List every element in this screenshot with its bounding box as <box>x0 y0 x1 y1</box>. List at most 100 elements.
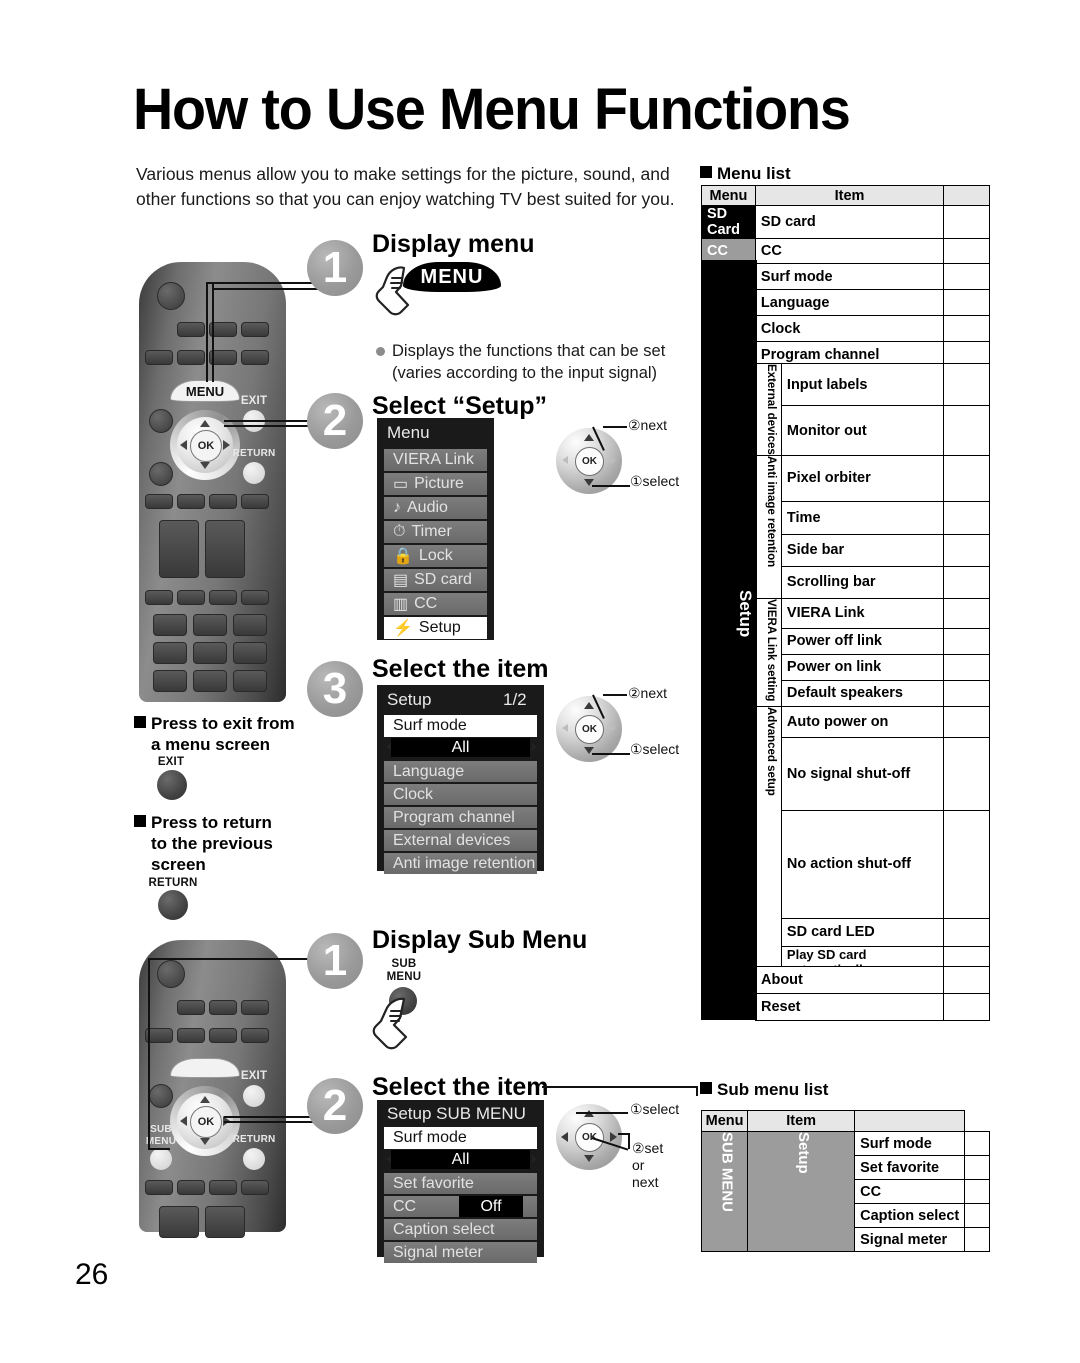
sub-menu-button-label-remote: SUB MENU <box>141 1124 181 1148</box>
tip-return-line1: Press to return <box>151 813 272 832</box>
power-button-top <box>157 282 185 310</box>
menu-item-input-labels: Input labels <box>780 362 945 407</box>
osd-item-timer[interactable]: ⏱ Timer <box>384 521 487 543</box>
osd-item-lock[interactable]: 🔒 Lock <box>384 545 487 567</box>
sub-menu-list-table: Menu Item SUB MENU Setup Surf mode Set f… <box>700 1110 991 1252</box>
sub-menu-button-remote[interactable] <box>150 1148 172 1170</box>
value-right-arrow <box>532 1155 537 1163</box>
sub-menu-item-signal-meter: Signal meter <box>854 1227 965 1252</box>
menu-item-power-on-link: Power on link <box>780 653 945 681</box>
step-number-select-item-sub: 2 <box>307 1078 363 1134</box>
table-row: Reset <box>754 993 990 1021</box>
osd-item-label: SD card <box>414 571 472 588</box>
osd-item-setup[interactable]: ⚡ Setup <box>384 617 487 639</box>
osd-setup-item-anti-image-retention[interactable]: Anti image retention <box>384 853 537 874</box>
osd-item-picture[interactable]: ▭ Picture <box>384 473 487 495</box>
osd-item-cc[interactable]: ▥ CC <box>384 593 487 615</box>
ok-button-top[interactable]: OK <box>190 430 222 462</box>
table-row: Power off link <box>756 627 990 655</box>
nav-wheel-ok-select-item[interactable]: OK <box>575 715 604 744</box>
remote-key <box>241 1028 269 1043</box>
osd-sub-item-caption-select[interactable]: Caption select <box>384 1219 537 1240</box>
remote-key <box>177 1028 205 1043</box>
wheel-left-arrow <box>561 1132 568 1142</box>
remote-key <box>209 1028 237 1043</box>
return-key-button[interactable] <box>158 890 188 920</box>
osd-sub-value-cc[interactable]: Off <box>459 1196 523 1217</box>
numpad-key <box>153 642 187 664</box>
osd-setup-item-external-devices[interactable]: External devices <box>384 830 537 851</box>
ok-button-bottom[interactable]: OK <box>190 1106 222 1138</box>
menu-blank-cell <box>943 597 990 629</box>
sub-menu-item-surf-mode: Surf mode <box>854 1131 965 1156</box>
leader-line-sub-menu-list <box>696 1086 698 1096</box>
numpad-key <box>193 670 227 692</box>
display-menu-note: Displays the functions that can be set (… <box>392 342 666 382</box>
table-row: No action shut-off <box>756 809 990 919</box>
osd-setup-item-language[interactable]: Language <box>384 761 537 782</box>
menu-blank-cell <box>943 705 990 738</box>
menu-button-bottom[interactable] <box>170 1058 240 1078</box>
remote-key <box>241 590 269 605</box>
sub-menu-key-label-line2: MENU <box>386 971 422 983</box>
osd-item-audio[interactable]: ♪ Audio <box>384 497 487 519</box>
numpad-key <box>153 670 187 692</box>
osd-item-viera-link[interactable]: VIERA Link <box>384 449 487 471</box>
table-row: Side bar <box>756 533 990 567</box>
osd-sub-item-signal-meter[interactable]: Signal meter <box>384 1242 537 1263</box>
menu-item-about: About <box>754 966 945 994</box>
callout-next-select-setup: ②next <box>628 417 668 433</box>
osd-sub-value-surf-mode[interactable]: All <box>391 1150 530 1169</box>
osd-item-label: Signal meter <box>393 1243 483 1261</box>
osd-setup-value-surf-mode[interactable]: All <box>391 738 530 757</box>
osd-sub-menu-panel: Setup SUB MENU Surf mode All Set favorit… <box>377 1100 544 1263</box>
menu-blank-cell <box>943 533 990 567</box>
menu-blank-cell <box>943 263 990 290</box>
step-number-display-sub-menu: 1 <box>307 933 363 989</box>
osd-item-label: Program channel <box>393 808 515 826</box>
osd-setup-item-surf-mode[interactable]: Surf mode <box>384 715 537 737</box>
tip-return-heading: Press to return to the previous screen <box>134 812 344 875</box>
osd-sub-item-surf-mode[interactable]: Surf mode <box>384 1127 537 1149</box>
osd-item-label: Lock <box>418 547 453 564</box>
page-title: How to Use Menu Functions <box>133 77 851 142</box>
menu-item-no-signal-shut-off: No signal shut-off <box>780 736 945 811</box>
step-number-display-menu: 1 <box>307 240 363 296</box>
value-left-arrow <box>386 743 391 751</box>
remote-control-bottom: EXIT OK SUB MENU RETURN <box>139 940 286 1238</box>
value-left-arrow <box>386 1155 391 1163</box>
intro-paragraph: Various menus allow you to make settings… <box>136 164 675 209</box>
value-right-arrow <box>532 743 537 751</box>
osd-menu-title: Menu <box>387 423 430 442</box>
sub-menu-item-set-favorite: Set favorite <box>854 1155 965 1180</box>
osd-setup-item-program-channel[interactable]: Program channel <box>384 807 537 828</box>
return-button-top[interactable] <box>243 462 265 484</box>
menu-list-col-menu: Menu <box>701 185 756 206</box>
osd-sub-item-set-favorite[interactable]: Set favorite <box>384 1173 537 1194</box>
nav-wheel-ok-sub-menu[interactable]: OK <box>575 1123 604 1152</box>
osd-item-sd-card[interactable]: ▤ SD card <box>384 569 487 591</box>
leader-line <box>148 958 150 1150</box>
exit-key-button[interactable] <box>157 770 187 800</box>
dpad-down-arrow-top <box>200 462 210 469</box>
menu-item-power-off-link: Power off link <box>780 627 945 655</box>
osd-item-label: Surf mode <box>393 717 467 734</box>
leader-line <box>224 425 320 427</box>
menu-blank-cell <box>943 315 990 342</box>
callout-set-line2: or <box>632 1157 645 1173</box>
menu-item-side-bar: Side bar <box>780 533 945 567</box>
return-button-bottom[interactable] <box>243 1148 265 1170</box>
exit-key-label: EXIT <box>157 756 185 768</box>
remote-key <box>241 1180 269 1195</box>
osd-setup-item-clock[interactable]: Clock <box>384 784 537 805</box>
exit-button-bottom[interactable] <box>243 1085 265 1107</box>
menu-button-top[interactable]: MENU <box>170 380 240 402</box>
step-heading-display-sub-menu: Display Sub Menu <box>372 926 588 954</box>
nav-wheel-ok-select-setup[interactable]: OK <box>575 447 604 476</box>
menu-item-cc: CC <box>754 238 945 264</box>
remote-key <box>145 590 173 605</box>
menu-group-setup-spine <box>701 260 757 1020</box>
wheel-right-arrow <box>610 456 616 464</box>
osd-menu-panel: Menu VIERA Link ▭ Picture ♪ Audio ⏱ Time… <box>377 418 494 640</box>
osd-item-label: Audio <box>407 499 448 516</box>
